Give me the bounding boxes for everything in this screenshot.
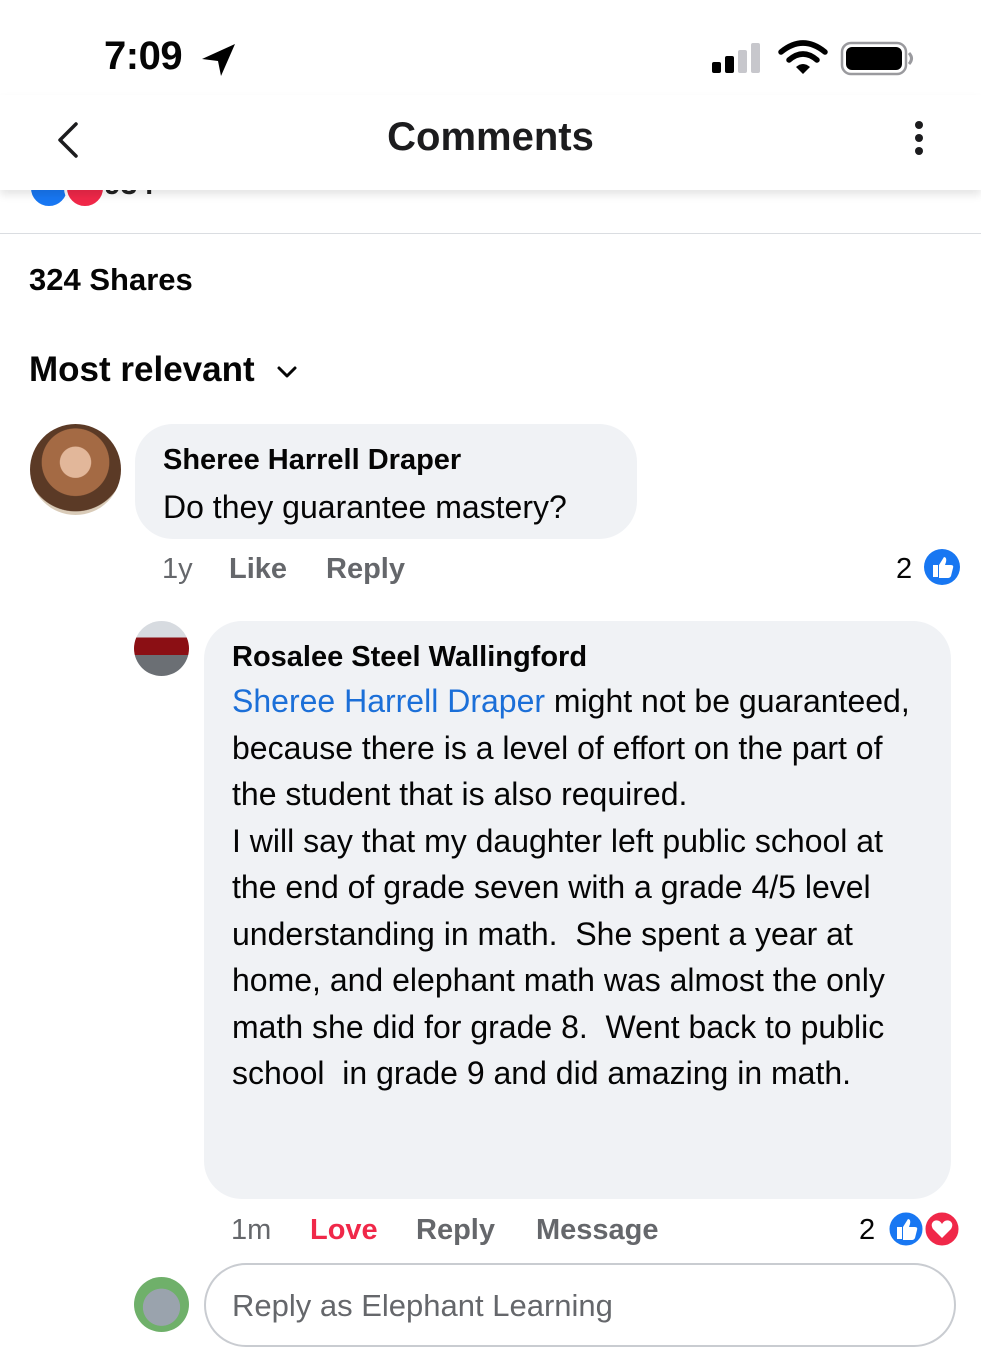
like-reaction-icon xyxy=(924,549,960,585)
avatar xyxy=(134,1277,189,1332)
location-arrow-icon xyxy=(202,44,235,76)
reply-input-placeholder: Reply as Elephant Learning xyxy=(232,1288,613,1323)
like-button[interactable]: Like xyxy=(229,553,287,586)
reply-button[interactable]: Reply xyxy=(326,553,405,586)
reply-time: 1m xyxy=(231,1214,272,1246)
reaction-count[interactable]: 2 xyxy=(896,553,912,586)
reaction-count[interactable]: 2 xyxy=(859,1214,875,1247)
reply-button[interactable]: Reply xyxy=(416,1214,495,1247)
reply-input[interactable]: Reply as Elephant Learning xyxy=(204,1263,956,1347)
sort-dropdown[interactable]: Most relevant xyxy=(29,350,298,390)
reply-text: Sheree Harrell Draper might not be guara… xyxy=(232,678,932,1097)
avatar[interactable] xyxy=(30,424,121,515)
page-title: Comments xyxy=(387,115,594,159)
like-reaction-icon xyxy=(886,1209,926,1249)
divider xyxy=(0,233,981,234)
shares-count[interactable]: 324 Shares xyxy=(29,262,193,298)
comment-text: Do they guarantee mastery? xyxy=(163,489,567,525)
love-reaction-icon xyxy=(922,1209,962,1249)
message-button[interactable]: Message xyxy=(536,1214,659,1247)
sort-label: Most relevant xyxy=(29,350,255,389)
status-time: 7:09 xyxy=(104,34,183,78)
reply-author[interactable]: Rosalee Steel Wallingford xyxy=(232,641,587,674)
more-options-icon[interactable] xyxy=(910,119,928,159)
battery-icon xyxy=(840,41,913,76)
header: Comments xyxy=(0,95,981,190)
comment-bubble: Sheree Harrell Draper Do they guarantee … xyxy=(135,424,637,539)
comment-author[interactable]: Sheree Harrell Draper xyxy=(163,444,461,477)
mention-link[interactable]: Sheree Harrell Draper xyxy=(232,683,545,719)
cellular-signal-icon xyxy=(712,43,760,73)
comment-time: 1y xyxy=(162,553,193,585)
love-button[interactable]: Love xyxy=(310,1214,378,1247)
chevron-down-icon xyxy=(277,366,297,378)
wifi-icon xyxy=(778,40,828,74)
reply-body: might not be guaranteed, because there i… xyxy=(232,683,910,1091)
avatar[interactable] xyxy=(134,621,189,676)
reply-bubble: Rosalee Steel Wallingford Sheree Harrell… xyxy=(204,621,951,1199)
